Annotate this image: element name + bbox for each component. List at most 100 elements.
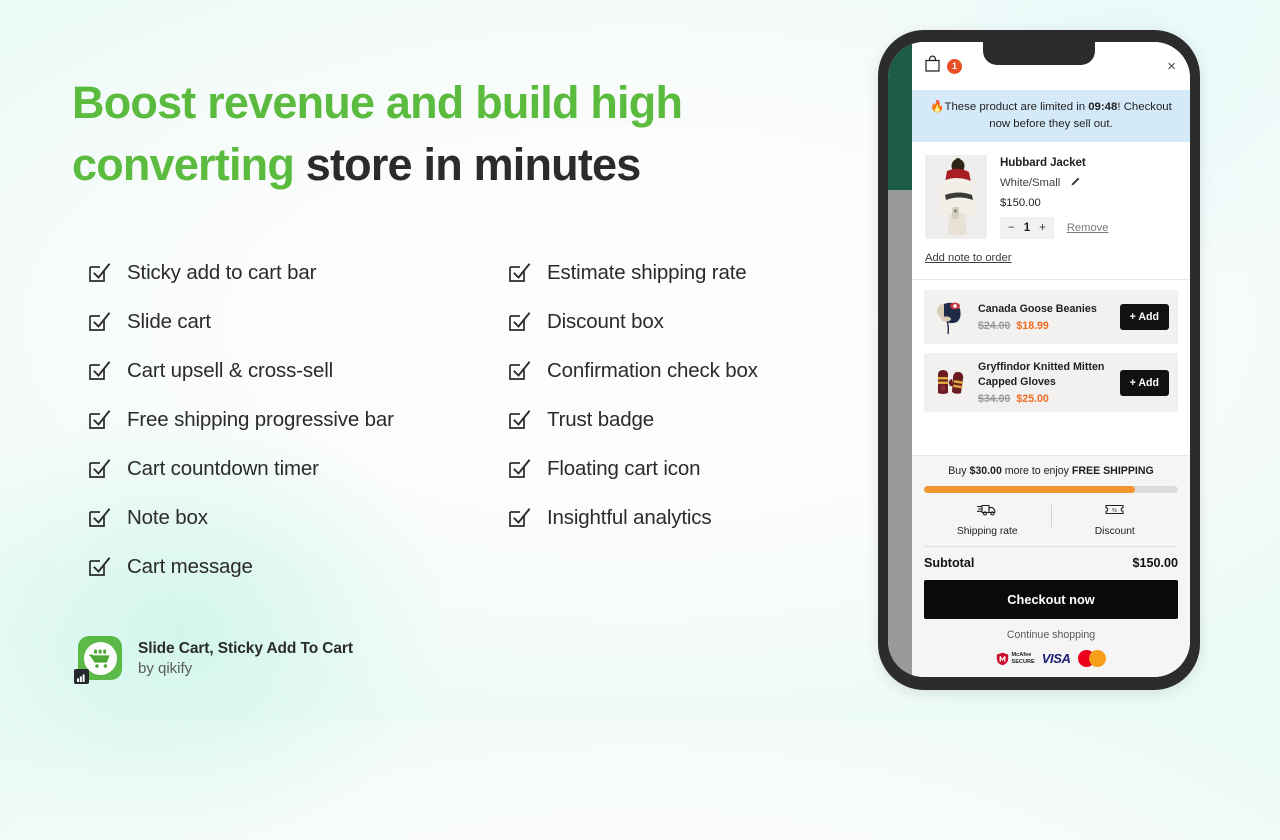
phone-notch <box>983 42 1095 65</box>
add-note-link[interactable]: Add note to order <box>925 252 1011 264</box>
cart-body: Hubbard Jacket White/Small $150.00 − 1 +… <box>912 142 1190 455</box>
feature-label: Slide cart <box>127 309 211 333</box>
upsell-prices: $24.00 $18.99 <box>978 320 1120 332</box>
feature-label: Cart upsell & cross-sell <box>127 358 334 382</box>
add-upsell-button[interactable]: + Add <box>1119 369 1169 396</box>
svg-text:%: % <box>1112 508 1117 514</box>
visa-badge-icon: VISA <box>1041 651 1071 666</box>
trapper-hat-icon <box>933 297 969 337</box>
app-branding-text: Slide Cart, Sticky Add To Cart by qikify <box>138 640 353 677</box>
upsell-original-price: $34.00 <box>978 392 1011 405</box>
shipping-rate-label: Shipping rate <box>956 526 1018 537</box>
feature-label: Cart message <box>127 554 253 578</box>
checkbox-checked-icon <box>508 360 531 381</box>
upsell-details: Canada Goose Beanies $24.00 $18.99 <box>978 302 1120 332</box>
subtotal-row: Subtotal $150.00 <box>924 546 1178 580</box>
mastercard-badge-icon <box>1077 650 1106 667</box>
store-header-strip <box>888 42 912 190</box>
free-shipping-block: Buy $30.00 more to enjoy FREE SHIPPING S… <box>912 455 1190 546</box>
product-thumbnail <box>925 155 987 240</box>
feature-label: Sticky add to cart bar <box>127 260 317 284</box>
app-logo <box>74 636 122 684</box>
subtotal-label: Subtotal <box>924 556 975 570</box>
cart-bag-indicator[interactable]: 1 <box>925 55 962 77</box>
list-item: Insightful analytics <box>508 493 828 542</box>
countdown-timer: 09:48 <box>1088 101 1118 113</box>
quantity-decrease-button[interactable]: − <box>1008 222 1015 234</box>
continue-shopping-link[interactable]: Continue shopping <box>924 629 1178 641</box>
product-name: Hubbard Jacket <box>1000 156 1086 170</box>
list-item: Discount box <box>508 297 828 346</box>
pencil-icon[interactable] <box>1070 176 1081 190</box>
cart-summary: Subtotal $150.00 Checkout now Continue s… <box>912 546 1190 677</box>
add-upsell-button[interactable]: + Add <box>1119 304 1169 331</box>
checkbox-checked-icon <box>508 311 531 332</box>
mastercard-yellow-circle <box>1088 650 1106 667</box>
checkbox-checked-icon <box>508 458 531 479</box>
mcafee-secure-badge-icon: McAfee SECURE <box>996 652 1035 666</box>
checkbox-checked-icon <box>508 507 531 528</box>
feature-label: Insightful analytics <box>547 505 712 529</box>
checkbox-checked-icon <box>88 556 111 577</box>
feature-label: Floating cart icon <box>547 456 701 480</box>
checkbox-checked-icon <box>508 409 531 430</box>
feature-label: Confirmation check box <box>547 358 758 382</box>
shipping-rate-button[interactable]: Shipping rate <box>924 502 1051 537</box>
upsell-product-name: Canada Goose Beanies <box>978 303 1097 316</box>
countdown-banner: 🔥These product are limited in 09:48! Che… <box>912 90 1190 143</box>
feature-label: Free shipping progressive bar <box>127 407 394 431</box>
shipping-msg-prefix: Buy <box>948 465 970 477</box>
line-item-controls: − 1 + Remove <box>1000 217 1109 240</box>
discount-ticket-icon: % <box>1104 504 1125 521</box>
headline-line-2-dark: store in minutes <box>294 139 642 191</box>
trust-badges: McAfee SECURE VISA <box>924 650 1178 667</box>
checkbox-checked-icon <box>88 262 111 283</box>
page-title: Boost revenue and build high converting … <box>72 72 832 196</box>
list-item: Trust badge <box>508 395 828 444</box>
discount-button[interactable]: % Discount <box>1052 502 1179 537</box>
store-body-strip <box>888 190 912 677</box>
list-item: Cart countdown timer <box>88 444 508 493</box>
progress-fill <box>924 486 1135 493</box>
list-item: Estimate shipping rate <box>508 248 828 297</box>
subtotal-value: $150.00 <box>1132 556 1178 570</box>
upsell-sale-price: $18.99 <box>1016 320 1049 333</box>
marketing-panel: Boost revenue and build high converting … <box>0 0 860 720</box>
shopping-bag-icon <box>925 55 940 77</box>
cart-action-row: Shipping rate % Discount <box>924 502 1178 546</box>
shipping-msg-middle: more to enjoy <box>1001 465 1072 477</box>
list-item: Confirmation check box <box>508 346 828 395</box>
list-item: Cart message <box>88 542 508 591</box>
variant-label: White/Small <box>1000 177 1061 190</box>
quantity-stepper[interactable]: − 1 + <box>1000 217 1054 240</box>
feature-label: Cart countdown timer <box>127 456 319 480</box>
list-item: Sticky add to cart bar <box>88 248 508 297</box>
app-branding: Slide Cart, Sticky Add To Cart by qikify <box>74 636 353 684</box>
list-item: Slide cart <box>88 297 508 346</box>
close-icon[interactable]: × <box>1167 59 1176 74</box>
slide-cart-panel: 1 × 🔥These product are limited in 09:48!… <box>912 42 1190 677</box>
list-item: Floating cart icon <box>508 444 828 493</box>
phone-mockup: 1 × 🔥These product are limited in 09:48!… <box>878 30 1200 690</box>
countdown-text-before: These product are limited in <box>944 101 1089 113</box>
mcafee-text: McAfee SECURE <box>1011 652 1034 664</box>
checkout-button[interactable]: Checkout now <box>924 580 1178 619</box>
feature-label: Note box <box>127 505 208 529</box>
free-shipping-progress-bar <box>924 486 1178 493</box>
upsell-prices: $34.00 $25.00 <box>978 393 1120 405</box>
shipping-remaining-amount: $30.00 <box>969 465 1002 477</box>
remove-item-button[interactable]: Remove <box>1067 222 1109 234</box>
feature-label: Estimate shipping rate <box>547 260 747 284</box>
product-price: $150.00 <box>1000 197 1041 210</box>
upsell-list: Canada Goose Beanies $24.00 $18.99 + Add <box>912 280 1190 412</box>
list-item: Free shipping progressive bar <box>88 395 508 444</box>
upsell-product-name: Gryffindor Knitted Mitten Capped Gloves <box>978 361 1105 388</box>
checkbox-checked-icon <box>88 458 111 479</box>
headline-line-1: Boost revenue and build high <box>72 77 683 128</box>
feature-label: Discount box <box>547 309 664 333</box>
quantity-increase-button[interactable]: + <box>1039 222 1046 234</box>
upsell-item: Gryffindor Knitted Mitten Capped Gloves … <box>924 353 1178 412</box>
analytics-badge-icon <box>74 669 89 684</box>
feature-column-right: Estimate shipping rate Discount box Conf… <box>508 248 828 591</box>
headline-line-2-green: converting <box>72 139 295 191</box>
